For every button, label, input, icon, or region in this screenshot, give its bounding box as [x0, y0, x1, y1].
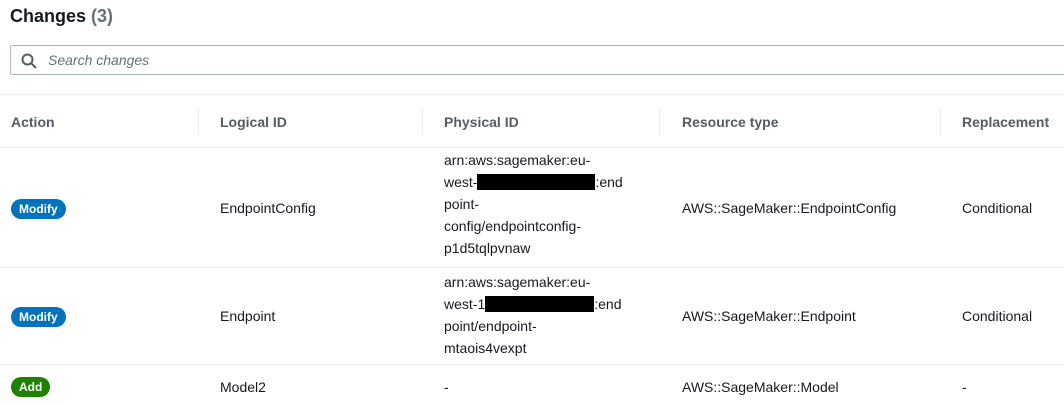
column-divider[interactable]: [422, 108, 423, 134]
page-title: Changes (3): [10, 6, 113, 27]
physical-id-line: arn:aws:sagemaker:eu-: [444, 274, 591, 290]
physical-id-line: mtaois4vexpt: [444, 340, 527, 356]
title-text: Changes: [10, 6, 87, 26]
replacement: Conditional: [962, 308, 1033, 324]
search-icon: [21, 53, 37, 69]
column-header-replacement[interactable]: Replacement: [962, 114, 1049, 130]
table-row: Modify Endpoint arn:aws:sagemaker:eu- we…: [0, 268, 1064, 365]
action-badge-modify: Modify: [11, 199, 66, 219]
column-header-resource-type[interactable]: Resource type: [682, 114, 778, 130]
resource-type: AWS::SageMaker::Model: [682, 379, 839, 395]
physical-id: arn:aws:sagemaker:eu- west- :end point- c…: [444, 149, 644, 259]
table-row: Modify EndpointConfig arn:aws:sagemaker:…: [0, 148, 1064, 268]
physical-id-line: west- :end: [444, 171, 644, 193]
resource-type: AWS::SageMaker::EndpointConfig: [682, 200, 897, 216]
physical-id-part: :end: [595, 174, 623, 190]
search-input[interactable]: [48, 46, 948, 74]
physical-id-line: point/endpoint-: [444, 318, 537, 334]
physical-id-line: arn:aws:sagemaker:eu-: [444, 152, 591, 168]
column-divider[interactable]: [659, 108, 660, 134]
physical-id-part: west-: [444, 174, 478, 190]
replacement: -: [962, 379, 967, 395]
physical-id: -: [444, 379, 449, 395]
physical-id-line: west-1 :end: [444, 293, 644, 315]
physical-id: arn:aws:sagemaker:eu- west-1 :end point/e…: [444, 271, 644, 359]
resource-type: AWS::SageMaker::Endpoint: [682, 308, 856, 324]
action-badge-add: Add: [11, 377, 51, 397]
column-header-action[interactable]: Action: [11, 114, 55, 130]
changes-count: (3): [91, 6, 114, 26]
physical-id-line: config/endpointconfig-: [444, 218, 581, 234]
logical-id: Model2: [220, 379, 266, 395]
replacement: Conditional: [962, 200, 1033, 216]
logical-id: Endpoint: [220, 308, 276, 324]
physical-id-line: p1d5tqlpvnaw: [444, 240, 531, 256]
column-divider[interactable]: [198, 108, 199, 134]
action-badge-modify: Modify: [11, 307, 66, 327]
column-divider[interactable]: [940, 108, 941, 134]
redaction-block: [485, 296, 595, 312]
physical-id-line: point-: [444, 196, 480, 212]
redaction-block: [477, 174, 596, 190]
column-header-logical-id[interactable]: Logical ID: [220, 114, 287, 130]
column-header-physical-id[interactable]: Physical ID: [444, 114, 519, 130]
logical-id: EndpointConfig: [220, 200, 316, 216]
physical-id-part: :end: [594, 296, 622, 312]
table-row: Add Model2 - AWS::SageMaker::Model -: [0, 365, 1064, 405]
physical-id-part: west-1: [444, 296, 486, 312]
table-header: Action Logical ID Physical ID Resource t…: [0, 94, 1064, 148]
search-box[interactable]: [10, 45, 1064, 75]
